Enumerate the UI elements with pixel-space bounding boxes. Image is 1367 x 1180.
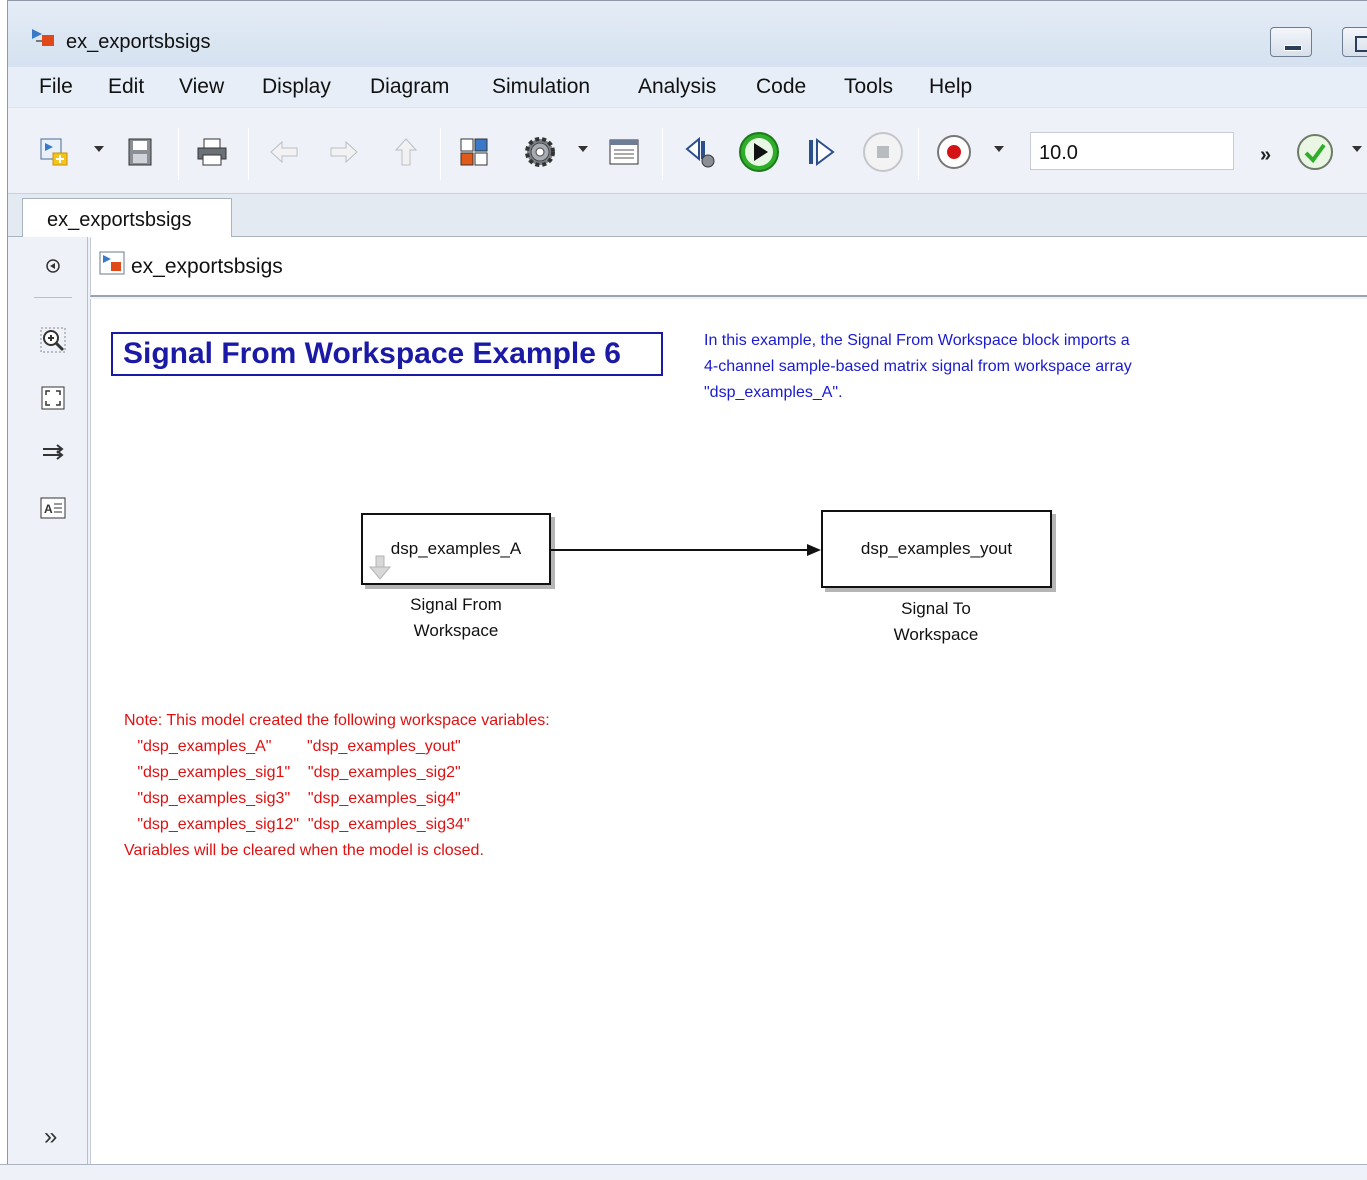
source-label-line: Workspace [413, 621, 499, 640]
description-line: "dsp_examples_A". [704, 384, 843, 401]
menu-bar: File Edit View Display Diagram Simulatio… [8, 67, 1367, 107]
menu-simulation[interactable]: Simulation [492, 75, 590, 99]
note-line: "dsp_examples_sig12" "dsp_examples_sig34… [124, 816, 470, 833]
config-dropdown-icon[interactable] [578, 146, 588, 152]
svg-text:A: A [44, 502, 53, 516]
note-line: Variables will be cleared when the model… [124, 842, 484, 859]
signal-line[interactable] [551, 540, 823, 560]
menu-edit[interactable]: Edit [108, 75, 144, 99]
save-icon[interactable] [122, 132, 158, 172]
breadcrumb-model[interactable]: ex_exportsbsigs [131, 255, 283, 279]
menu-code[interactable]: Code [756, 75, 806, 99]
maximize-button[interactable] [1342, 27, 1367, 57]
toolbar: 10.0 » [8, 107, 1367, 193]
record-dropdown-icon[interactable] [994, 146, 1004, 152]
check-status-icon[interactable] [1292, 132, 1338, 172]
stop-button[interactable] [860, 132, 906, 172]
new-model-icon[interactable] [36, 132, 72, 172]
arrow-down-icon [369, 555, 391, 580]
step-forward-icon[interactable] [800, 132, 840, 172]
note-line: Note: This model created the following w… [124, 712, 550, 729]
tab-model[interactable]: ex_exportsbsigs [22, 198, 232, 238]
menu-display[interactable]: Display [262, 75, 331, 99]
sink-block-label: Signal To Workspace [846, 596, 1026, 648]
library-browser-icon[interactable] [454, 132, 494, 172]
sink-label-line: Signal To [901, 599, 971, 618]
note-line: "dsp_examples_sig3" "dsp_examples_sig4" [124, 790, 461, 807]
run-button[interactable] [736, 132, 782, 172]
diagram-title[interactable]: Signal From Workspace Example 6 [111, 332, 663, 376]
source-label-line: Signal From [410, 595, 502, 614]
status-bar [0, 1164, 1367, 1180]
sink-label-line: Workspace [893, 625, 979, 644]
record-icon[interactable] [934, 132, 974, 172]
signal-to-workspace-block[interactable]: dsp_examples_yout [821, 510, 1052, 588]
model-explorer-icon[interactable] [604, 132, 644, 172]
simulink-window: ex_exportsbsigs File Edit View Display D… [7, 0, 1367, 1180]
simulink-model-icon [32, 29, 54, 46]
description-line: In this example, the Signal From Workspa… [704, 332, 1130, 349]
description-line: 4-channel sample-based matrix signal fro… [704, 358, 1132, 375]
zoom-icon[interactable] [36, 323, 70, 357]
step-back-icon[interactable] [680, 132, 720, 172]
source-block-text: dsp_examples_A [390, 539, 522, 558]
back-arrow-icon[interactable] [266, 132, 302, 172]
stop-time-field[interactable]: 10.0 [1030, 132, 1234, 170]
forward-arrow-icon[interactable] [326, 132, 362, 172]
hide-browser-icon[interactable] [36, 249, 70, 283]
block-palette: A » [8, 237, 88, 1167]
up-arrow-icon[interactable] [388, 132, 424, 172]
note-line: "dsp_examples_sig1" "dsp_examples_sig2" [124, 764, 461, 781]
annotation-icon[interactable]: A [36, 491, 70, 525]
menu-file[interactable]: File [39, 75, 73, 99]
description-annotation[interactable]: In this example, the Signal From Workspa… [704, 328, 1264, 406]
minimize-button[interactable] [1270, 27, 1312, 57]
tab-strip: ex_exportsbsigs [8, 193, 1367, 238]
note-line: "dsp_examples_A" "dsp_examples_yout" [124, 738, 461, 755]
source-block-label: Signal From Workspace [366, 592, 546, 644]
window-title: ex_exportsbsigs [66, 31, 211, 53]
menu-diagram[interactable]: Diagram [370, 75, 449, 99]
signal-from-workspace-block[interactable]: dsp_examples_A [361, 513, 551, 585]
route-lines-icon[interactable] [36, 435, 70, 469]
title-bar: ex_exportsbsigs [8, 1, 1367, 67]
sink-block-text: dsp_examples_yout [860, 539, 1013, 558]
note-annotation[interactable]: Note: This model created the following w… [124, 708, 550, 864]
model-config-gear-icon[interactable] [520, 132, 560, 172]
check-dropdown-icon[interactable] [1352, 146, 1362, 152]
menu-analysis[interactable]: Analysis [638, 75, 716, 99]
menu-help[interactable]: Help [929, 75, 972, 99]
print-icon[interactable] [192, 132, 232, 172]
toolbar-overflow-button[interactable]: » [1260, 144, 1271, 167]
menu-view[interactable]: View [179, 75, 224, 99]
address-bar: ex_exportsbsigs [90, 237, 1367, 297]
menu-tools[interactable]: Tools [844, 75, 893, 99]
expand-palette-button[interactable]: » [44, 1123, 57, 1151]
model-icon [99, 251, 125, 275]
new-dropdown-icon[interactable] [94, 146, 104, 152]
fit-to-view-icon[interactable] [36, 381, 70, 415]
